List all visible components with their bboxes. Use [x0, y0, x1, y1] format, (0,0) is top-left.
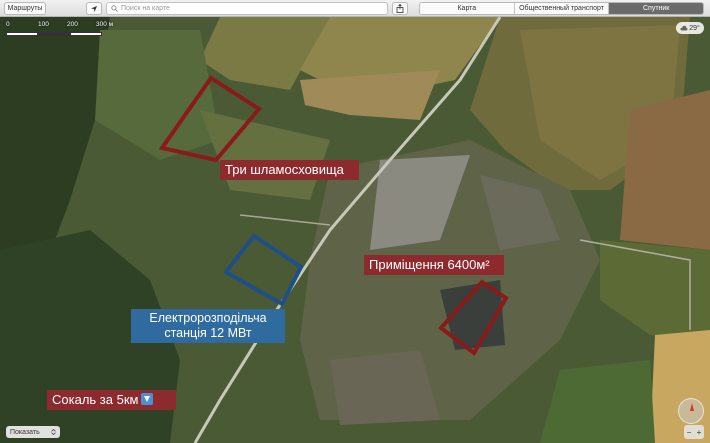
show-dropdown[interactable]: Показать — [6, 426, 60, 438]
share-button[interactable] — [392, 2, 408, 15]
search-placeholder: Поиск на карте — [121, 5, 170, 12]
compass-icon[interactable] — [678, 398, 704, 424]
sokal-label-text: Сокаль за 5км — [52, 392, 139, 407]
down-arrow-icon — [141, 393, 154, 405]
cloud-icon — [680, 25, 688, 31]
map-type-selector: Карта Общественный транспорт Спутник — [419, 2, 704, 15]
map-toolbar: Маршруты Поиск на карте Карта Общественн… — [0, 0, 710, 17]
premises-label: Приміщення 6400м² — [364, 255, 504, 275]
current-location-button[interactable] — [86, 2, 102, 15]
zoom-control: − + — [684, 425, 704, 439]
zoom-out-button[interactable]: − — [684, 425, 694, 439]
scale-label-200: 200 — [67, 21, 78, 28]
substation-label: Електророзподільча станція 12 МВт — [131, 309, 285, 343]
routes-button[interactable]: Маршруты — [4, 2, 46, 15]
updown-chevron-icon — [51, 429, 56, 435]
scale-segment — [38, 32, 70, 36]
scale-segment — [70, 32, 102, 36]
location-arrow-icon — [91, 5, 97, 12]
scale-label-0: 0 — [6, 21, 10, 28]
scale-label-300: 300 м — [96, 21, 114, 28]
scale-segment — [6, 32, 38, 36]
storage-label: Три шламосховища — [220, 160, 359, 180]
show-label: Показать — [10, 428, 40, 436]
sokal-label: Сокаль за 5км — [47, 390, 176, 410]
map-type-map[interactable]: Карта — [420, 3, 515, 14]
share-icon — [396, 4, 404, 13]
satellite-map[interactable] — [0, 0, 710, 443]
search-field[interactable]: Поиск на карте — [106, 2, 388, 15]
weather-badge: 29° — [676, 22, 704, 34]
satellite-imagery — [0, 0, 710, 443]
zoom-in-button[interactable]: + — [694, 425, 704, 439]
temperature: 29° — [689, 24, 700, 32]
scale-label-100: 100 — [38, 21, 49, 28]
map-type-transit[interactable]: Общественный транспорт — [514, 3, 610, 14]
search-icon — [111, 5, 118, 12]
map-type-satellite[interactable]: Спутник — [609, 3, 703, 14]
scale-bar: 0 100 200 300 м — [6, 21, 126, 43]
